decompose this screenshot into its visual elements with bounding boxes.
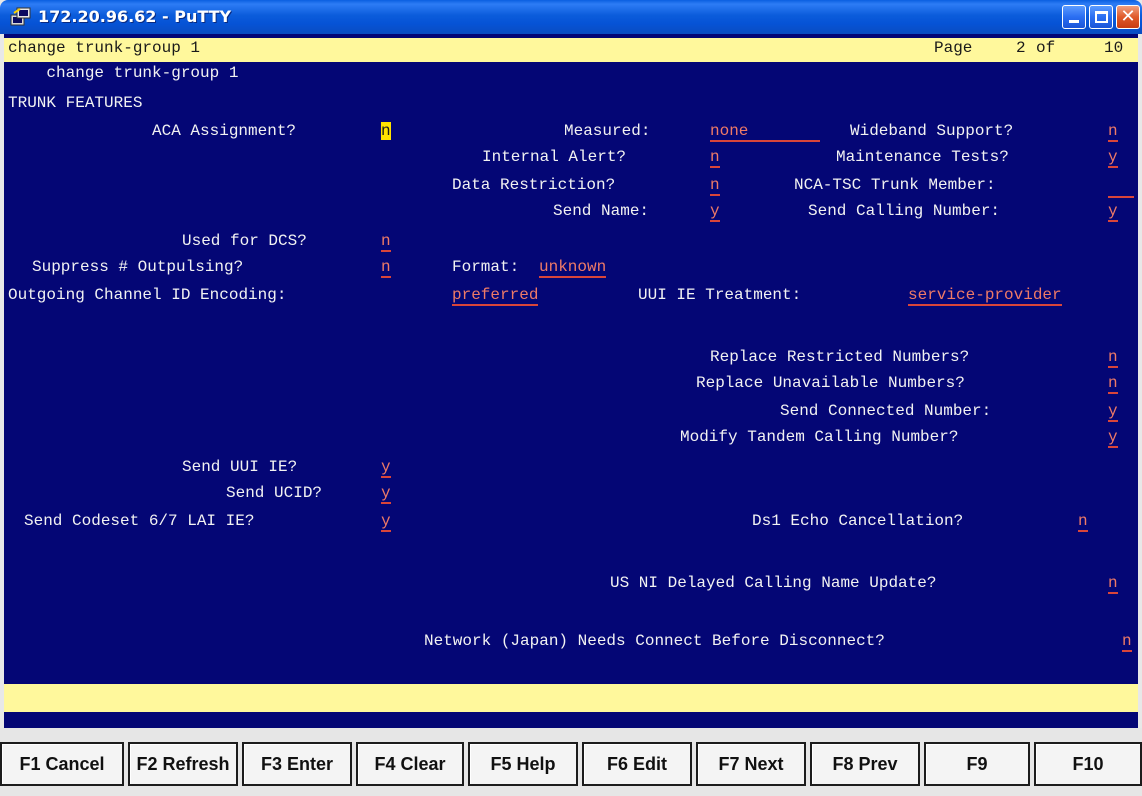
send-ucid-field[interactable]: y [381,484,391,504]
send-name-label: Send Name: [553,202,650,220]
window-title-bar[interactable]: 172.20.96.62 - PuTTY ✕ [0,0,1142,34]
ds1-echo-cancellation-label: Ds1 Echo Cancellation? [752,512,964,530]
outgoing-channel-id-encoding-label: Outgoing Channel ID Encoding: [8,286,287,304]
uui-ie-treatment-field[interactable]: service-provider [908,286,1062,306]
replace-restricted-numbers-label: Replace Restricted Numbers? [710,348,970,366]
page-of: of [1036,39,1056,57]
maintenance-tests-label: Maintenance Tests? [836,148,1009,166]
measured-field[interactable]: none [710,122,820,142]
command-text-overlay: change trunk-group 1 [8,39,201,57]
send-codeset-lai-ie-field[interactable]: y [381,512,391,532]
f4-clear-button[interactable]: F4 Clear [356,742,464,786]
nca-tsc-trunk-member-label: NCA-TSC Trunk Member: [794,176,996,194]
command-bar: change trunk-group 1 Page 2 of 10 [4,38,1138,62]
format-label: Format: [452,258,520,276]
uui-ie-treatment-label: UUI IE Treatment: [638,286,802,304]
network-japan-connect-field[interactable]: n [1122,632,1132,652]
page-current: 2 [1016,39,1026,57]
replace-restricted-numbers-field[interactable]: n [1108,348,1118,368]
maintenance-tests-field[interactable]: y [1108,148,1118,168]
function-key-bar: F1 Cancel F2 Refresh F3 Enter F4 Clear F… [0,728,1142,796]
modify-tandem-calling-number-field[interactable]: y [1108,428,1118,448]
send-ucid-label: Send UCID? [226,484,323,502]
us-ni-delayed-calling-name-update-field[interactable]: n [1108,574,1118,594]
used-for-dcs-label: Used for DCS? [182,232,307,250]
aca-assignment-field[interactable]: n [381,122,391,140]
measured-label: Measured: [564,122,651,140]
format-field[interactable]: unknown [539,258,607,278]
page-label: Page [934,39,973,57]
data-restriction-field[interactable]: n [710,176,720,196]
terminal-screen[interactable]: change trunk-group 1 change trunk-group … [4,34,1138,728]
page-total: 10 [1104,39,1124,57]
send-uui-ie-field[interactable]: y [381,458,391,478]
send-connected-number-field[interactable]: y [1108,402,1118,422]
minimize-icon [1069,20,1079,23]
close-button[interactable]: ✕ [1116,5,1140,29]
wideband-support-label: Wideband Support? [850,122,1014,140]
f5-help-button[interactable]: F5 Help [468,742,578,786]
aca-assignment-label: ACA Assignment? [152,122,297,140]
send-codeset-lai-ie-label: Send Codeset 6/7 LAI IE? [24,512,255,530]
internal-alert-label: Internal Alert? [482,148,627,166]
ds1-echo-cancellation-field[interactable]: n [1078,512,1088,532]
used-for-dcs-field[interactable]: n [381,232,391,252]
maximize-button[interactable] [1089,5,1113,29]
f2-refresh-button[interactable]: F2 Refresh [128,742,238,786]
us-ni-delayed-calling-name-update-label: US NI Delayed Calling Name Update? [610,574,937,592]
nca-tsc-trunk-member-field[interactable] [1108,176,1134,198]
minimize-button[interactable] [1062,5,1086,29]
f1-cancel-button[interactable]: F1 Cancel [0,742,124,786]
network-japan-connect-label: Network (Japan) Needs Connect Before Dis… [424,632,885,650]
send-uui-ie-label: Send UUI IE? [182,458,298,476]
wideband-support-field[interactable]: n [1108,122,1118,142]
internal-alert-field[interactable]: n [710,148,720,168]
maximize-icon [1095,11,1108,23]
section-title: TRUNK FEATURES [8,94,143,112]
f7-next-button[interactable]: F7 Next [696,742,806,786]
replace-unavailable-numbers-field[interactable]: n [1108,374,1118,394]
outgoing-channel-id-encoding-field[interactable]: preferred [452,286,539,306]
command-text: change trunk-group 1 [46,64,239,82]
suppress-outpulsing-field[interactable]: n [381,258,391,278]
send-calling-number-label: Send Calling Number: [808,202,1001,220]
message-bar [4,684,1138,712]
close-icon: ✕ [1120,6,1136,27]
modify-tandem-calling-number-label: Modify Tandem Calling Number? [680,428,959,446]
f3-enter-button[interactable]: F3 Enter [242,742,352,786]
replace-unavailable-numbers-label: Replace Unavailable Numbers? [696,374,965,392]
f10-button[interactable]: F10 [1034,742,1142,786]
send-name-field[interactable]: y [710,202,720,222]
f6-edit-button[interactable]: F6 Edit [582,742,692,786]
putty-icon [10,7,31,26]
suppress-outpulsing-label: Suppress # Outpulsing? [32,258,244,276]
send-calling-number-field[interactable]: y [1108,202,1118,222]
f8-prev-button[interactable]: F8 Prev [810,742,920,786]
send-connected-number-label: Send Connected Number: [780,402,992,420]
f9-button[interactable]: F9 [924,742,1030,786]
window-title: 172.20.96.62 - PuTTY [38,7,232,26]
data-restriction-label: Data Restriction? [452,176,616,194]
